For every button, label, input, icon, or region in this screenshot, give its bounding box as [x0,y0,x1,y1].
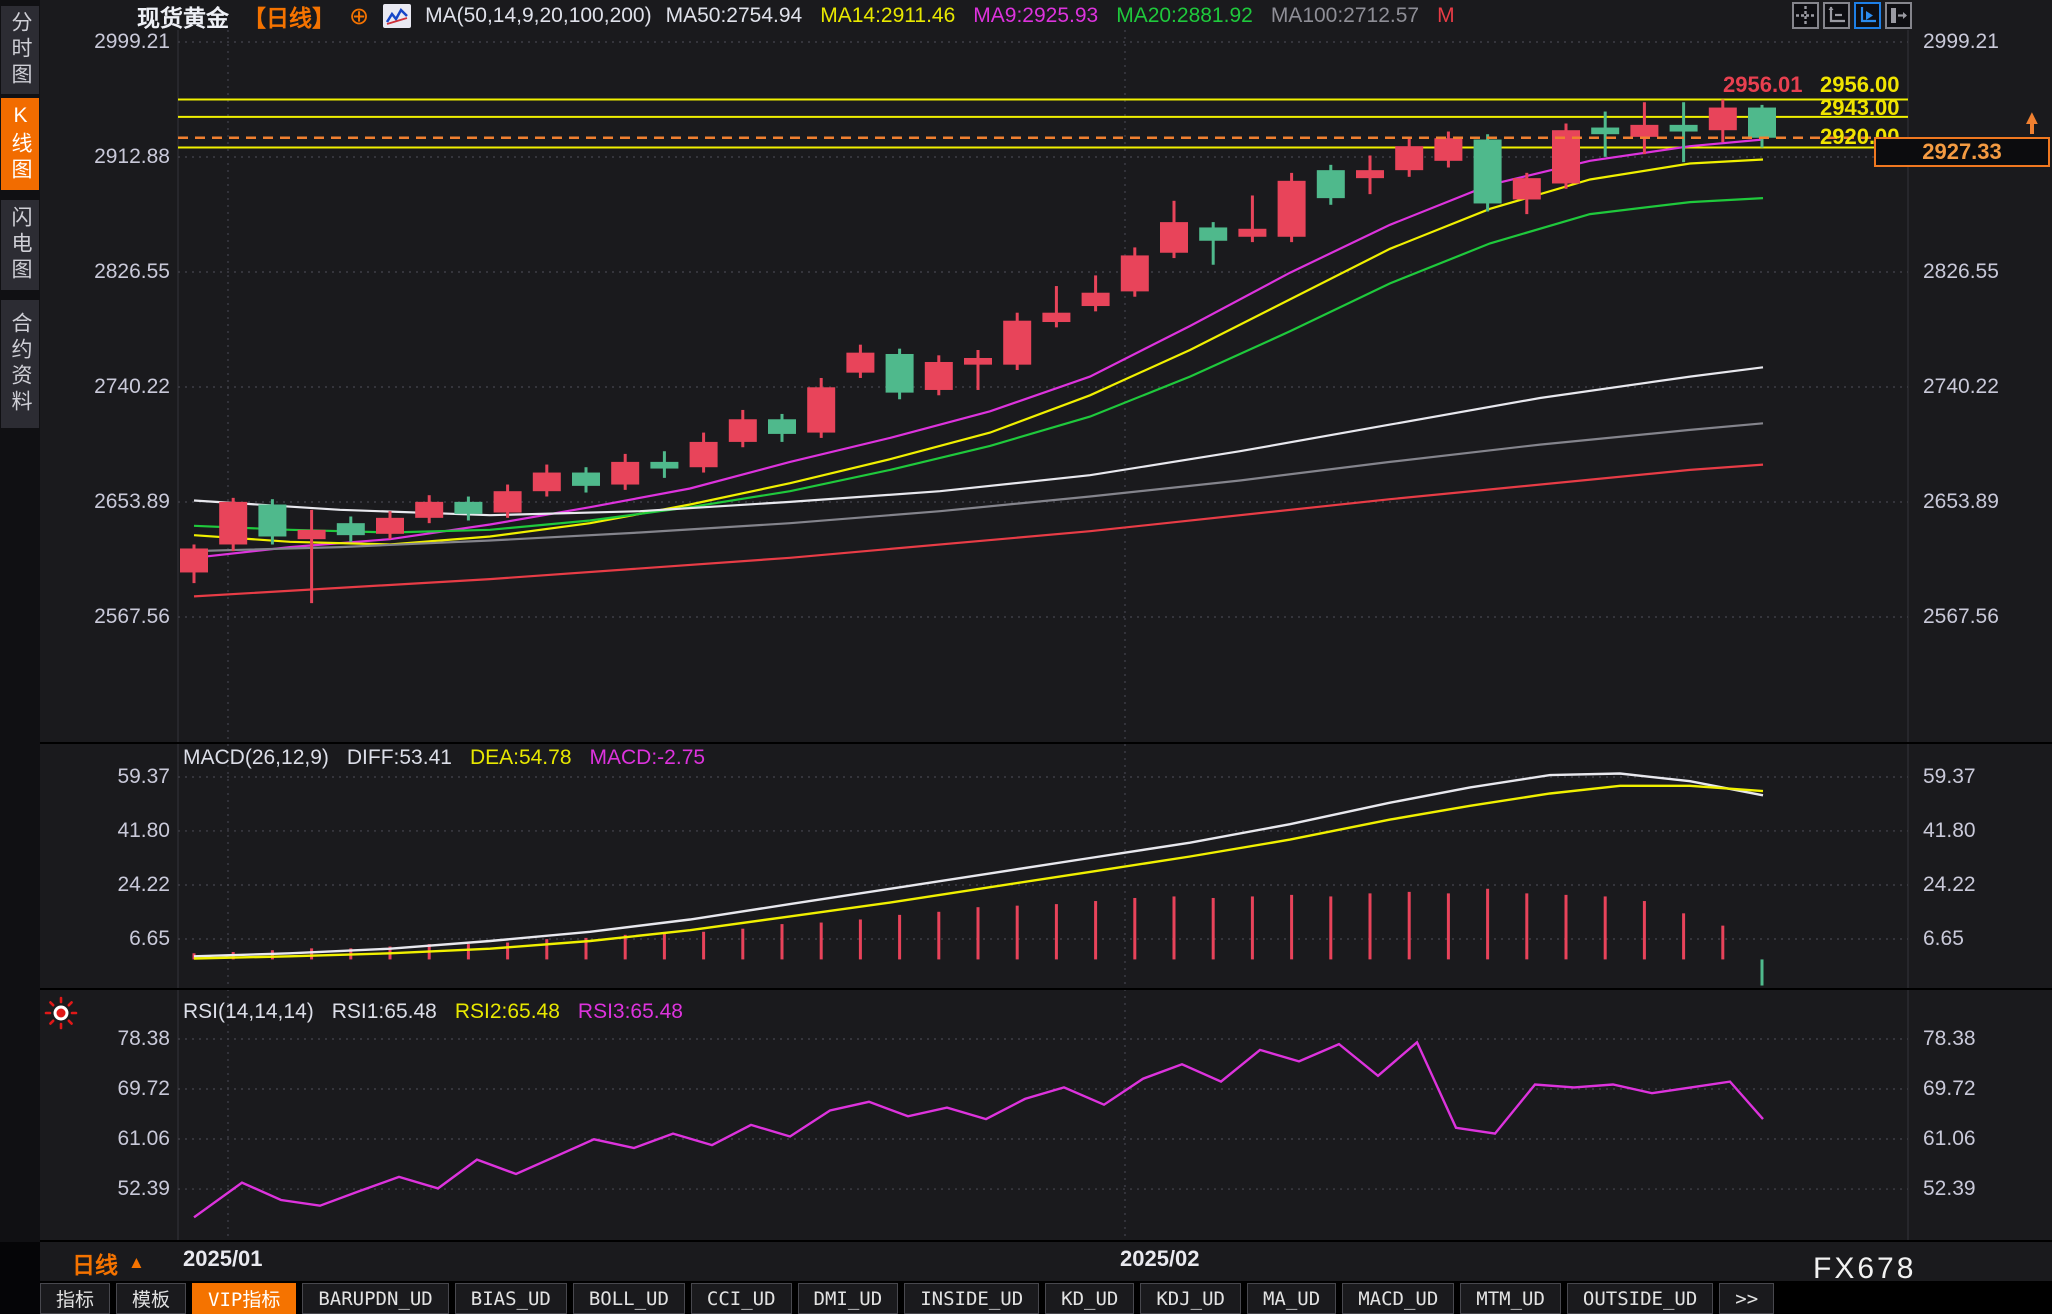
macd-title: MACD(26,12,9) [183,746,329,772]
macd-axis-label-right: 41.80 [1923,819,2035,843]
symbol-name: 现货黄金 [137,0,229,33]
tab-dmi-ud[interactable]: DMI_UD [798,1283,899,1314]
tab-ma-ud[interactable]: MA_UD [1247,1283,1336,1314]
price-axis-label-left: 2740.22 [58,375,170,399]
tab-boll-ud[interactable]: BOLL_UD [573,1283,685,1314]
tab-cci-ud[interactable]: CCI_UD [691,1283,792,1314]
rsi-title: RSI(14,14,14) [183,1000,314,1026]
macd-axis-label-right: 59.37 [1923,765,2035,789]
price-axis-label-right: 2653.89 [1923,490,2035,514]
price-axis-label-left: 2999.21 [58,30,170,54]
app-root: 分时图K线图闪电图合约资料 现货黄金 【日线】 ⊕ MA(50,14,9,20,… [0,0,2052,1314]
timeframe-selector[interactable]: 日线 ▲ [72,1246,145,1280]
date-label-2025/01: 2025/01 [183,1246,263,1272]
macd-diff-value: DIFF:53.41 [347,746,452,772]
tab-kdj-ud[interactable]: KDJ_UD [1140,1283,1241,1314]
rsi-axis-label-right: 78.38 [1923,1027,2035,1051]
tab-指标[interactable]: 指标 [40,1283,110,1314]
tab-bias-ud[interactable]: BIAS_UD [455,1283,567,1314]
current-price-value: 2927.33 [1922,139,2002,165]
tab--[interactable]: >> [1719,1283,1774,1314]
rsi1-value: RSI1:65.48 [332,1000,437,1026]
indicator-tabbar: 指标模板VIP指标BARUPDN_UDBIAS_UDBOLL_UDCCI_UDD… [40,1281,2052,1314]
crosshair-icon[interactable] [1792,2,1819,29]
tab-mtm-ud[interactable]: MTM_UD [1460,1283,1561,1314]
macd-header: MACD(26,12,9) DIFF:53.41 DEA:54.78 MACD:… [183,746,705,772]
rsi-axis-label-left: 69.72 [58,1077,170,1101]
panel-separator [40,1240,2052,1242]
chart-type-icon[interactable] [383,4,411,28]
macd-axis-label-left: 41.80 [58,819,170,843]
panel-separator [40,988,2052,990]
tab-macd-ud[interactable]: MACD_UD [1342,1283,1454,1314]
crosshair-target-icon[interactable]: ⊕ [349,2,369,31]
macd-axis-label-left: 24.22 [58,873,170,897]
panel-right-icon[interactable] [1885,2,1912,29]
rsi-axis-label-left: 52.39 [58,1177,170,1201]
ma-values: MA50:2754.94 MA14:2911.46 MA9:2925.93 MA20:… [666,4,1455,28]
price-axis-label-left: 2826.55 [58,260,170,284]
rsi-axis-label-left: 61.06 [58,1127,170,1151]
ma-value-4: MA20:2881.92 [1116,4,1253,28]
macd-dea-value: DEA:54.78 [470,746,572,772]
triangle-up-icon: ▲ [128,1253,145,1273]
axis-play-icon[interactable] [1854,2,1881,29]
ma-value-5: MA100:2712.57 [1271,4,1419,28]
rsi-axis-label-right: 61.06 [1923,1127,2035,1151]
price-axis-label-left: 2653.89 [58,490,170,514]
ma-value-6: M [1437,4,1455,28]
tab-vip指标[interactable]: VIP指标 [192,1283,296,1314]
axis-scale-icon[interactable] [1823,2,1850,29]
price-axis-label-left: 2912.88 [58,145,170,169]
macd-axis-label-left: 6.65 [58,927,170,951]
period-tag[interactable]: 【日线】 [243,0,335,33]
rsi-header: RSI(14,14,14) RSI1:65.48 RSI2:65.48 RSI3… [183,1000,683,1026]
panel-separator [40,742,2052,744]
price-axis-label-right: 2826.55 [1923,260,2035,284]
macd-value: MACD:-2.75 [590,746,706,772]
rsi2-value: RSI2:65.48 [455,1000,560,1026]
session-high-label: 2956.01 [1723,72,1803,98]
current-price-box: 2927.33 [1874,137,2050,167]
tab-outside-ud[interactable]: OUTSIDE_UD [1567,1283,1713,1314]
price-axis-label-left: 2567.56 [58,605,170,629]
tab-barupdn-ud[interactable]: BARUPDN_UD [302,1283,448,1314]
ma-value-3: MA9:2925.93 [973,4,1098,28]
tab-inside-ud[interactable]: INSIDE_UD [904,1283,1039,1314]
level-label-2943.00: 2943.00 [1820,95,1900,121]
chart-header: 现货黄金 【日线】 ⊕ MA(50,14,9,20,100,200) MA50:… [137,0,1455,32]
price-axis-label-right: 2740.22 [1923,375,2035,399]
tab-模板[interactable]: 模板 [116,1283,186,1314]
alert-blink-icon[interactable] [44,996,78,1035]
ma-value-1: MA50:2754.94 [666,4,803,28]
macd-axis-label-left: 59.37 [58,765,170,789]
kline-chart-canvas[interactable] [0,0,2052,1314]
macd-axis-label-right: 6.65 [1923,927,2035,951]
price-up-arrow-icon[interactable]: ▲ [2022,108,2042,134]
price-axis-label-right: 2999.21 [1923,30,2035,54]
rsi-axis-label-right: 69.72 [1923,1077,2035,1101]
rsi-axis-label-right: 52.39 [1923,1177,2035,1201]
chart-toolbar [1792,2,1912,29]
ma-value-2: MA14:2911.46 [820,4,955,28]
price-axis-label-right: 2567.56 [1923,605,2035,629]
tab-kd-ud[interactable]: KD_UD [1045,1283,1134,1314]
timeframe-label: 日线 [72,1246,118,1280]
ma-params-label: MA(50,14,9,20,100,200) [425,4,652,28]
date-label-2025/02: 2025/02 [1120,1246,1200,1272]
rsi3-value: RSI3:65.48 [578,1000,683,1026]
macd-axis-label-right: 24.22 [1923,873,2035,897]
